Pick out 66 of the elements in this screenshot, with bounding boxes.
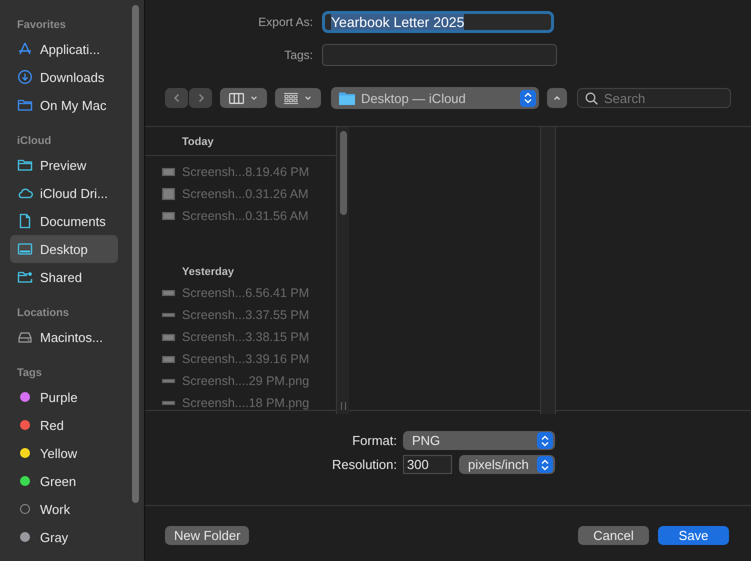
back-icon	[172, 93, 182, 103]
section-title: iCloud	[16, 134, 52, 149]
download-icon	[17, 69, 33, 85]
group-header: Yesterday	[181, 265, 235, 280]
forward-button[interactable]	[189, 88, 212, 108]
shared-folder-icon	[17, 269, 33, 285]
filename-field[interactable]: Yearbook Letter 2025	[322, 11, 554, 33]
cancel-button[interactable]: Cancel	[578, 526, 649, 545]
resize-handle[interactable]	[340, 402, 346, 410]
image-thumbnail-icon	[162, 188, 175, 200]
save-button[interactable]: Save	[658, 526, 729, 545]
image-thumbnail-icon	[162, 168, 175, 176]
sidebar-item[interactable]: Documents	[10, 207, 118, 235]
back-button[interactable]	[165, 88, 188, 108]
new-folder-button[interactable]: New Folder	[165, 526, 250, 545]
sidebar-item[interactable]: Purple	[10, 383, 118, 411]
image-thumbnail-icon	[162, 401, 175, 405]
view-mode-button[interactable]	[220, 88, 267, 108]
group-header: Today	[145, 127, 336, 156]
scrollbar-thumb[interactable]	[340, 131, 346, 215]
sidebar-item[interactable]: On My Mac	[10, 91, 118, 119]
sidebar-item[interactable]: Preview	[10, 151, 118, 179]
grid-icon	[284, 92, 298, 104]
stepper-icon	[520, 90, 536, 106]
document-icon	[17, 213, 33, 229]
unit-popup[interactable]: pixels/inch	[459, 455, 555, 474]
sidebar-item[interactable]: Macintos...	[10, 323, 118, 351]
folder-icon	[339, 91, 355, 105]
image-thumbnail-icon	[162, 212, 175, 220]
sidebar-item[interactable]: Desktop	[10, 235, 118, 263]
sidebar-item[interactable]: Green	[10, 467, 118, 495]
apps-icon	[17, 41, 33, 57]
image-thumbnail-icon	[162, 379, 175, 383]
folder-icon	[17, 97, 33, 113]
sidebar-item[interactable]: Red	[10, 411, 118, 439]
image-thumbnail-icon	[162, 290, 175, 296]
up-button[interactable]	[547, 88, 567, 108]
section-title: Favorites	[16, 18, 67, 33]
sidebar-item[interactable]: Work	[10, 495, 118, 523]
location-popup[interactable]: Desktop — iCloud	[331, 87, 539, 109]
sidebar-item[interactable]: Yellow	[10, 439, 118, 467]
folder-icon	[17, 157, 33, 173]
stepper-icon	[537, 456, 553, 473]
image-thumbnail-icon	[162, 356, 175, 362]
sidebar-item[interactable]: Shared	[10, 263, 118, 291]
resolution-field[interactable]: 300	[403, 455, 452, 474]
image-thumbnail-icon	[162, 313, 175, 317]
field-label: Tags:	[283, 48, 314, 62]
field-label: Format:	[351, 433, 398, 448]
sidebar-item[interactable]: Gray	[10, 523, 118, 551]
columns-icon	[229, 92, 244, 104]
section-title: Locations	[16, 306, 70, 321]
format-popup[interactable]: PNG	[403, 431, 555, 450]
section-title: Tags	[16, 366, 43, 381]
search-field[interactable]: Search	[577, 88, 731, 108]
field-label: Export As:	[257, 15, 314, 29]
stepper-icon	[537, 432, 553, 449]
sidebar-item[interactable]: Downloads	[10, 63, 118, 91]
field-label: Resolution:	[330, 457, 398, 472]
group-button[interactable]	[275, 88, 321, 108]
desktop-icon	[17, 241, 33, 257]
sidebar-item[interactable]: Applicati...	[10, 35, 118, 63]
sidebar-item[interactable]: iCloud Dri...	[10, 179, 118, 207]
scrollbar-thumb[interactable]	[132, 5, 139, 503]
tags-field[interactable]	[322, 44, 557, 66]
image-thumbnail-icon	[162, 334, 175, 340]
